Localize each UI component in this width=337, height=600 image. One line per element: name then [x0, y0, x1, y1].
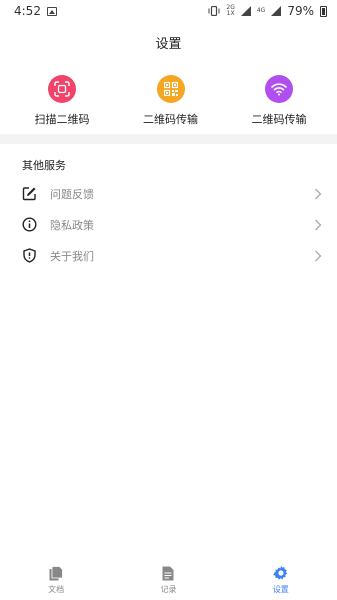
record-icon: [160, 565, 176, 581]
other-services-heading: 其他服务: [22, 159, 66, 172]
nav-label: 设置: [272, 585, 289, 594]
other-services-list: 问题反馈 隐私政策 关于我们: [0, 178, 337, 271]
image-notification-icon: [46, 6, 57, 16]
nav-item-records[interactable]: 记录: [138, 565, 198, 595]
menu-item-privacy[interactable]: 隐私政策: [0, 209, 337, 240]
nav-label: 文档: [48, 585, 65, 594]
nav-item-documents[interactable]: 文档: [26, 565, 86, 595]
edit-icon: [22, 186, 37, 201]
quick-action-wifi-transfer[interactable]: 二维码传输: [239, 75, 319, 133]
menu-item-label: 关于我们: [50, 249, 94, 263]
quick-action-label: 二维码传输: [251, 113, 307, 126]
status-left: 4:52: [14, 4, 57, 18]
gear-icon: [273, 565, 289, 581]
status-right: 2G 1X 4G 79%: [208, 4, 327, 18]
bottom-nav: 文档 记录 设置: [0, 560, 337, 600]
nav-item-settings[interactable]: 设置: [251, 565, 311, 595]
chevron-right-icon: [314, 188, 322, 200]
scan-icon: [48, 75, 76, 103]
menu-item-feedback[interactable]: 问题反馈: [0, 178, 337, 209]
menu-item-about[interactable]: 关于我们: [0, 240, 337, 271]
info-icon: [22, 217, 37, 232]
page-title: 设置: [155, 37, 182, 52]
network-type: 2G 1X: [226, 5, 234, 17]
chevron-right-icon: [314, 250, 322, 262]
vibrate-icon: [208, 6, 220, 16]
section-divider: [0, 134, 337, 144]
network-4g: 4G: [256, 7, 266, 14]
shield-icon: [22, 248, 37, 263]
status-bar: 4:52 2G 1X 4G 79%: [0, 0, 337, 22]
signal-icon-2: [271, 6, 282, 16]
qr-code-icon: [156, 75, 185, 103]
menu-item-label: 问题反馈: [50, 187, 94, 201]
document-icon: [48, 565, 64, 581]
quick-action-label: 扫描二维码: [34, 113, 90, 126]
network-bottom: 1X: [226, 10, 235, 17]
nav-label: 记录: [160, 585, 177, 594]
signal-icon: [240, 6, 251, 16]
quick-action-qr-transfer[interactable]: 二维码传输: [131, 75, 211, 133]
quick-actions: 扫描二维码 二维码传输 二维码传输: [0, 75, 337, 133]
battery-percent: 79%: [287, 4, 314, 18]
quick-action-label: 二维码传输: [143, 113, 198, 126]
menu-item-label: 隐私政策: [50, 218, 94, 232]
quick-action-scan[interactable]: 扫描二维码: [22, 75, 102, 133]
battery-icon: [320, 5, 327, 17]
status-time: 4:52: [14, 4, 41, 18]
wifi-icon: [265, 75, 293, 103]
chevron-right-icon: [314, 219, 322, 231]
